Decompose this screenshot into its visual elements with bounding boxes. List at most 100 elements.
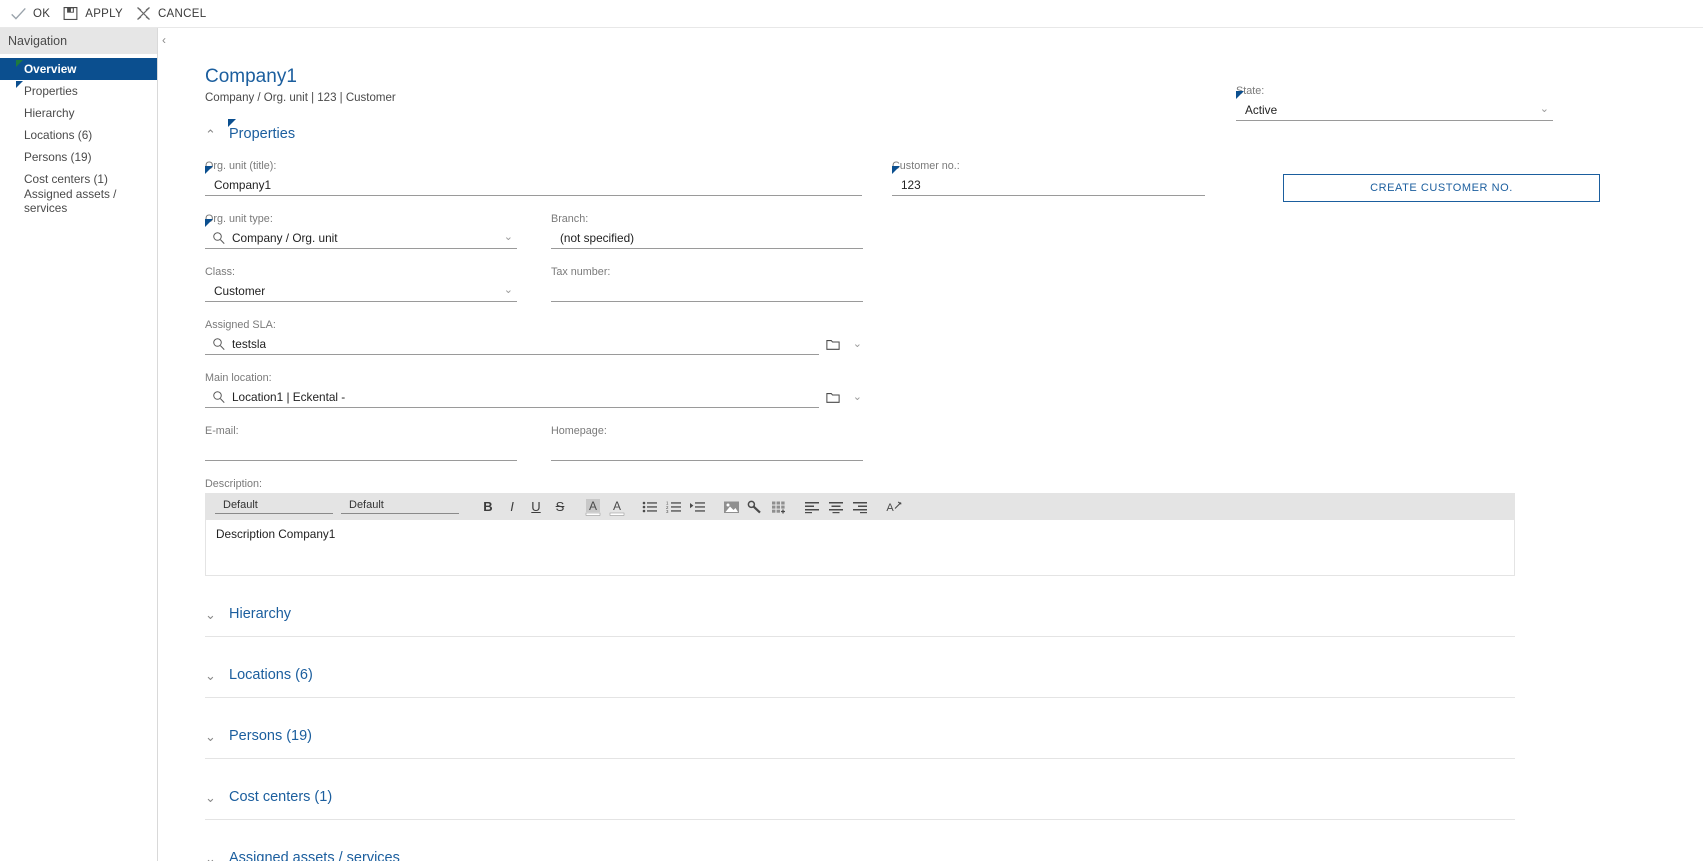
svg-text:A: A [589,499,597,513]
main-location-value: Location1 | Eckental - [232,390,346,404]
description-editor-body[interactable]: Description Company1 [205,520,1515,576]
org-unit-title-field[interactable]: Company1 [205,166,862,196]
org-unit-type-label: Org. unit type: [205,213,273,225]
insert-table-icon[interactable] [767,496,791,518]
blue-corner-marker-icon [228,119,236,127]
state-label: State: [1236,85,1265,97]
assigned-sla-actions: ⌄ [826,338,862,351]
email-field[interactable] [205,440,517,461]
bullet-list-icon[interactable] [638,496,662,518]
org-unit-type-field[interactable]: Company / Org. unit ⌄ [205,219,517,249]
properties-section-header[interactable]: ⌃ Properties [205,119,1695,142]
class-field[interactable]: Customer ⌄ [205,281,517,302]
description-label: Description: [205,478,263,490]
underline-icon[interactable]: U [524,496,548,518]
main-location-field[interactable]: Location1 | Eckental - [205,387,819,408]
org-unit-title-value: Company1 [214,178,272,192]
form-row-4: Assigned SLA: testsla ⌄ [205,319,1695,355]
homepage-field[interactable] [551,440,863,461]
state-field[interactable]: Active ⌄ [1236,91,1553,121]
customer-no-group: Customer no.: 123 [892,160,1205,196]
section-persons-title[interactable]: Persons (19) [229,728,312,744]
navigation-list: Overview Properties Hierarchy Locations … [0,54,157,215]
sidebar-item-assigned-assets-services[interactable]: Assigned assets / services [0,187,157,215]
sidebar-item-overview[interactable]: Overview [0,58,157,80]
customer-no-field[interactable]: 123 [892,166,1205,196]
sidebar-item-properties[interactable]: Properties [0,80,157,102]
section-locations[interactable]: ⌄ Locations (6) [205,667,1515,698]
clear-format-icon[interactable]: A [881,496,905,518]
chevron-down-icon[interactable]: ⌄ [205,791,219,804]
search-icon[interactable] [212,390,226,404]
insert-link-icon[interactable] [743,496,767,518]
tax-number-field[interactable] [551,281,863,302]
org-unit-type-value: Company / Org. unit [232,231,338,245]
sidebar-item-label: Properties [24,84,78,98]
folder-icon[interactable] [826,391,840,404]
indent-icon[interactable] [686,496,710,518]
sidebar-item-label: Assigned assets / services [24,187,117,215]
apply-button[interactable]: APPLY [60,3,131,24]
italic-icon[interactable]: I [500,496,524,518]
email-group: E-mail: [205,425,517,461]
cancel-button[interactable]: CANCEL [133,3,214,24]
form-row-6: E-mail: Homepage: [205,425,1695,461]
navigation-sidebar: Navigation ‹ Overview Properties Hierarc… [0,28,166,861]
apply-button-label: APPLY [85,7,123,20]
bold-icon[interactable]: B [476,496,500,518]
create-customer-no-button[interactable]: CREATE CUSTOMER NO. [1283,174,1600,202]
assigned-sla-label: Assigned SLA: [205,319,276,331]
main-location-label: Main location: [205,372,272,384]
editor-toolbar: Default Default B I U S A A 1 2 3 A [205,493,1515,520]
chevron-down-icon[interactable]: ⌄ [205,669,219,682]
assigned-sla-field[interactable]: testsla [205,334,819,355]
properties-section-title[interactable]: Properties [228,119,295,142]
branch-field[interactable]: (not specified) [551,228,863,249]
section-assigned-assets-services-title[interactable]: Assigned assets / services [229,850,400,861]
chevron-down-icon[interactable]: ⌄ [205,852,219,861]
chevron-down-icon[interactable]: ⌄ [504,232,513,243]
editor-size-select[interactable]: Default [341,499,459,514]
align-left-icon[interactable] [800,496,824,518]
align-center-icon[interactable] [824,496,848,518]
insert-image-icon[interactable] [719,496,743,518]
homepage-group: Homepage: [551,425,863,461]
section-hierarchy[interactable]: ⌄ Hierarchy [205,606,1515,637]
class-value: Customer [214,284,266,298]
numbered-list-icon[interactable]: 123 [662,496,686,518]
homepage-label: Homepage: [551,425,607,437]
svg-text:A: A [886,502,894,514]
chevron-up-icon[interactable]: ⌃ [205,128,219,141]
section-locations-title[interactable]: Locations (6) [229,667,313,683]
sidebar-item-label: Persons (19) [24,150,92,164]
chevron-down-icon[interactable]: ⌄ [853,392,862,403]
sidebar-item-locations[interactable]: Locations (6) [0,124,157,146]
sidebar-item-hierarchy[interactable]: Hierarchy [0,102,157,124]
highlight-color-icon[interactable]: A [581,496,605,518]
green-corner-marker-icon [16,60,23,67]
strikethrough-icon[interactable]: S [548,496,572,518]
section-persons[interactable]: ⌄ Persons (19) [205,728,1515,759]
form-row-1: Org. unit (title): Company1 Customer no.… [205,160,1695,202]
form-row-3: Class: Customer ⌄ Tax number: [205,266,1695,302]
chevron-down-icon[interactable]: ⌄ [1540,104,1549,115]
ok-button-label: OK [33,7,51,20]
chevron-down-icon[interactable]: ⌄ [504,285,513,296]
search-icon[interactable] [212,337,226,351]
section-hierarchy-title[interactable]: Hierarchy [229,606,291,622]
chevron-down-icon[interactable]: ⌄ [205,730,219,743]
font-color-icon[interactable]: A [605,496,629,518]
sidebar-item-persons[interactable]: Persons (19) [0,146,157,168]
sidebar-item-label: Hierarchy [24,106,75,120]
chevron-down-icon[interactable]: ⌄ [205,608,219,621]
section-cost-centers[interactable]: ⌄ Cost centers (1) [205,789,1515,820]
search-icon[interactable] [212,231,226,245]
state-dropdown[interactable]: State: Active ⌄ [1236,85,1553,121]
section-assigned-assets-services[interactable]: ⌄ Assigned assets / services [205,850,1515,861]
folder-icon[interactable] [826,338,840,351]
editor-font-select[interactable]: Default [215,499,333,514]
section-cost-centers-title[interactable]: Cost centers (1) [229,789,332,805]
ok-button[interactable]: OK [8,3,58,24]
align-right-icon[interactable] [848,496,872,518]
chevron-down-icon[interactable]: ⌄ [853,339,862,350]
